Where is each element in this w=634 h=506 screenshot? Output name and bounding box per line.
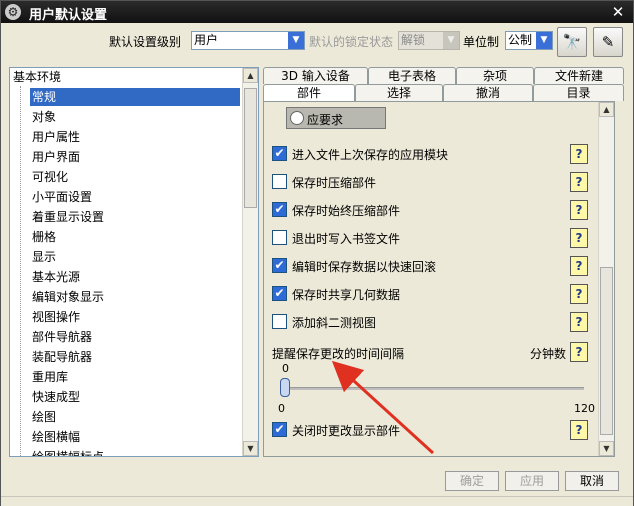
settings-window: ⚙ 用户默认设置 ✕ 默认设置级别 用户 ▼ 默认的锁定状态 解锁 ▼ 单位制 …	[0, 0, 634, 506]
option-label: 保存时压缩部件	[292, 176, 377, 190]
tree-item[interactable]: 视图操作	[30, 308, 80, 326]
checkbox[interactable]: ✔	[272, 146, 287, 161]
tree-item[interactable]: 栅格	[30, 228, 56, 246]
checkbox[interactable]: ✔	[272, 258, 287, 273]
scroll-up-icon[interactable]: ▲	[243, 68, 258, 83]
chevron-down-icon[interactable]: ▼	[536, 32, 552, 49]
apply-button[interactable]: 应用	[505, 471, 559, 491]
tree-item[interactable]: 用户属性	[30, 128, 80, 146]
edit-button[interactable]: ✎	[593, 27, 623, 57]
checkbox[interactable]	[272, 174, 287, 189]
tree-scrollbar[interactable]: ▲ ▼	[242, 68, 258, 456]
tree-item[interactable]: 部件导航器	[30, 328, 92, 346]
cancel-button[interactable]: 取消	[565, 471, 619, 491]
slider-max: 120	[574, 402, 595, 415]
option-label: 进入文件上次保存的应用模块	[292, 148, 449, 162]
scroll-up-icon[interactable]: ▲	[599, 102, 614, 117]
checkbox[interactable]: ✔	[272, 202, 287, 217]
tree-item[interactable]: 绘图	[30, 408, 56, 426]
category-tree[interactable]: 基本环境 常规 对象 用户属性 用户界面 可视化 小平面设置 着重显示设置 栅格…	[9, 67, 259, 457]
lock-select: 解锁 ▼	[398, 31, 460, 50]
unit-label: 单位制	[463, 35, 500, 49]
scroll-down-icon[interactable]: ▼	[243, 441, 258, 456]
tree-item[interactable]: 快速成型	[30, 388, 80, 406]
slider-track[interactable]	[286, 387, 584, 390]
gear-icon: ⚙	[5, 4, 21, 20]
tab-selection[interactable]: 选择	[355, 84, 443, 101]
slider-unit: 分钟数	[530, 347, 567, 361]
close-icon[interactable]: ✕	[609, 3, 627, 21]
radio-button[interactable]	[290, 111, 304, 125]
title-bar[interactable]: ⚙ 用户默认设置 ✕	[1, 1, 633, 23]
option-label: 退出时写入书签文件	[292, 232, 401, 246]
tree-item[interactable]: 绘图横幅标点	[30, 448, 104, 456]
help-icon[interactable]: ?	[570, 144, 588, 164]
lock-select-value: 解锁	[401, 33, 426, 47]
scroll-thumb[interactable]	[244, 88, 257, 208]
checkbox[interactable]: ✔	[272, 286, 287, 301]
level-label: 默认设置级别	[109, 35, 182, 49]
panel-scrollbar[interactable]: ▲ ▼	[598, 102, 614, 456]
tab-spreadsheet[interactable]: 电子表格	[368, 67, 456, 84]
tree-item[interactable]: 对象	[30, 108, 56, 126]
pencil-icon: ✎	[601, 33, 615, 51]
scroll-down-icon[interactable]: ▼	[599, 441, 614, 456]
ok-button[interactable]: 确定	[445, 471, 499, 491]
option-label: 添加斜二测视图	[292, 316, 377, 330]
tab-file-new[interactable]: 文件新建	[534, 67, 624, 84]
tab-undo[interactable]: 撤消	[443, 84, 533, 101]
radio-group: 应要求	[286, 107, 386, 129]
unit-select-value: 公制	[508, 33, 533, 47]
part-settings-panel: 应要求 ✔ 进入文件上次保存的应用模块 ? 保存时压缩部件 ? ✔ 保存时始终压…	[263, 101, 615, 457]
tree-item[interactable]: 重用库	[30, 368, 68, 386]
slider-title: 提醒保存更改的时间间隔	[272, 347, 405, 361]
help-icon[interactable]: ?	[570, 420, 588, 440]
toolbar: 默认设置级别 用户 ▼ 默认的锁定状态 解锁 ▼ 单位制 公制 ▼ 🔭 ✎	[1, 25, 633, 63]
help-icon[interactable]: ?	[570, 312, 588, 332]
checkbox[interactable]: ✔	[272, 422, 287, 437]
tree-item[interactable]: 绘图横幅	[30, 428, 80, 446]
slider-value: 0	[282, 362, 289, 375]
help-icon[interactable]: ?	[570, 200, 588, 220]
tree-item[interactable]: 可视化	[30, 168, 68, 186]
unit-select[interactable]: 公制 ▼	[505, 31, 553, 50]
chevron-down-icon: ▼	[443, 32, 459, 49]
tree-item[interactable]: 装配导航器	[30, 348, 92, 366]
binoculars-button[interactable]: 🔭	[557, 27, 587, 57]
option-label: 编辑时保存数据以快速回滚	[292, 260, 437, 274]
tab-directory[interactable]: 目录	[533, 84, 624, 101]
tab-part[interactable]: 部件	[263, 84, 355, 101]
tree-item[interactable]: 基本光源	[30, 268, 80, 286]
option-label: 保存时共享几何数据	[292, 288, 401, 302]
tree-item[interactable]: 编辑对象显示	[30, 288, 104, 306]
chevron-down-icon[interactable]: ▼	[288, 32, 304, 49]
scroll-thumb[interactable]	[600, 267, 613, 435]
tree-item[interactable]: 用户界面	[30, 148, 80, 166]
option-label: 保存时始终压缩部件	[292, 204, 401, 218]
slider-min: 0	[278, 402, 285, 415]
binoculars-icon: 🔭	[562, 33, 582, 51]
level-select[interactable]: 用户 ▼	[191, 31, 305, 50]
option-label: 关闭时更改显示部件	[292, 424, 401, 438]
tree-item[interactable]: 显示	[30, 248, 56, 266]
tree-root[interactable]: 基本环境	[13, 68, 61, 86]
tree-item[interactable]: 常规	[30, 88, 240, 106]
window-title: 用户默认设置	[29, 8, 108, 23]
tree-item[interactable]: 小平面设置	[30, 188, 92, 206]
help-icon[interactable]: ?	[570, 342, 588, 362]
tree-item[interactable]: 着重显示设置	[30, 208, 104, 226]
checkbox[interactable]	[272, 314, 287, 329]
radio-label: 应要求	[307, 113, 344, 127]
lock-label: 默认的锁定状态	[309, 35, 394, 49]
status-bar	[1, 496, 633, 506]
help-icon[interactable]: ?	[570, 172, 588, 192]
tab-misc[interactable]: 杂项	[456, 67, 534, 84]
checkbox[interactable]	[272, 230, 287, 245]
level-select-value: 用户	[194, 33, 219, 47]
slider-thumb[interactable]	[280, 378, 290, 397]
help-icon[interactable]: ?	[570, 284, 588, 304]
help-icon[interactable]: ?	[570, 256, 588, 276]
help-icon[interactable]: ?	[570, 228, 588, 248]
tab-3d-input[interactable]: 3D 输入设备	[263, 67, 368, 84]
